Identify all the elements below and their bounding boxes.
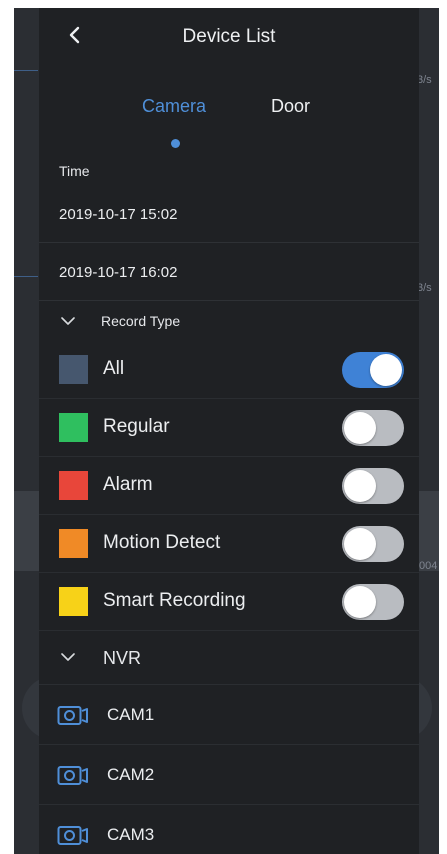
- camera-icon: [57, 706, 88, 725]
- toggle-regular[interactable]: [342, 410, 404, 446]
- nvr-section-header[interactable]: NVR: [39, 634, 419, 684]
- color-swatch: [59, 355, 88, 384]
- camera-label: CAM1: [107, 705, 155, 724]
- background-code-text: 004: [419, 560, 438, 572]
- toggle-motion-detect[interactable]: [342, 526, 404, 562]
- toggle-knob: [344, 528, 376, 560]
- camera-icon: [57, 766, 88, 785]
- record-type-label-alarm: Alarm: [103, 474, 153, 495]
- toggle-knob: [344, 586, 376, 618]
- chevron-down-icon: [61, 653, 75, 661]
- record-type-label-motion-detect: Motion Detect: [103, 532, 221, 553]
- screen: 3/s 3/s 004 Device List Camera Door Time…: [14, 8, 439, 854]
- camera-item-cam3[interactable]: CAM3: [39, 804, 419, 854]
- page-title: Device List: [182, 26, 276, 47]
- tab-door[interactable]: Door: [271, 96, 310, 117]
- end-time-value: 2019-10-17 16:02: [59, 264, 178, 281]
- record-type-row-smart-recording: Smart Recording: [39, 573, 419, 631]
- background-rate-text: 3/s: [417, 74, 432, 86]
- background-divider: [14, 70, 38, 71]
- start-time-field[interactable]: 2019-10-17 15:02: [39, 188, 419, 243]
- camera-item-cam1[interactable]: CAM1: [39, 684, 419, 744]
- toggle-knob: [344, 470, 376, 502]
- record-type-label-all: All: [103, 358, 125, 379]
- active-tab-indicator: [171, 139, 180, 148]
- record-type-row-regular: Regular: [39, 399, 419, 457]
- camera-label: CAM2: [107, 765, 155, 784]
- record-type-row-alarm: Alarm: [39, 457, 419, 515]
- toggle-smart-recording[interactable]: [342, 584, 404, 620]
- toggle-alarm[interactable]: [342, 468, 404, 504]
- chevron-down-icon: [61, 317, 75, 325]
- end-time-field[interactable]: 2019-10-17 16:02: [39, 246, 419, 301]
- record-type-label-smart-recording: Smart Recording: [103, 590, 246, 611]
- device-list-drawer: Device List Camera Door Time 2019-10-17 …: [39, 8, 419, 854]
- time-label: Time: [59, 163, 90, 179]
- toggle-all[interactable]: [342, 352, 404, 388]
- camera-icon: [57, 826, 88, 845]
- color-swatch: [59, 587, 88, 616]
- background-divider: [14, 276, 38, 277]
- toggle-knob: [344, 412, 376, 444]
- camera-item-cam2[interactable]: CAM2: [39, 744, 419, 804]
- header: Device List: [39, 8, 419, 64]
- record-type-label-regular: Regular: [103, 416, 170, 437]
- start-time-value: 2019-10-17 15:02: [59, 206, 178, 223]
- record-type-section-header[interactable]: Record Type: [39, 306, 419, 336]
- color-swatch: [59, 471, 88, 500]
- tab-camera[interactable]: Camera: [142, 96, 206, 117]
- color-swatch: [59, 413, 88, 442]
- background-rate-text: 3/s: [417, 282, 432, 294]
- camera-label: CAM3: [107, 825, 155, 844]
- record-type-row-all: All: [39, 341, 419, 399]
- color-swatch: [59, 529, 88, 558]
- record-type-row-motion-detect: Motion Detect: [39, 515, 419, 573]
- record-type-label: Record Type: [101, 313, 181, 329]
- nvr-label: NVR: [103, 648, 142, 668]
- toggle-knob: [370, 354, 402, 386]
